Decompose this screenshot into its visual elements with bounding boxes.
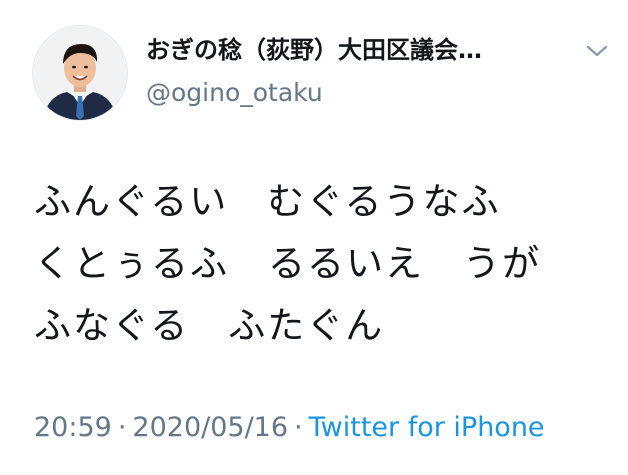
meta-separator: · <box>117 412 127 443</box>
avatar-photo-icon <box>33 26 127 120</box>
tweet-card: おぎの稔（荻野）大田区議会… @ogino_otaku ふんぐるい むぐるうなふ… <box>0 0 628 475</box>
tweet-date[interactable]: 2020/05/16 <box>132 412 288 443</box>
tweet-text-line: ふなぐる ふたぐん <box>34 304 385 347</box>
tweet-meta: 20:59 · 2020/05/16 · Twitter for iPhone <box>34 408 545 448</box>
meta-separator: · <box>294 412 303 443</box>
tweet-menu-button[interactable] <box>584 38 610 64</box>
tweet-text-line: ふんぐるい むぐるうなふ <box>34 180 501 223</box>
tweet-text: ふんぐるい むぐるうなふ くとぅるふ るるいえ うが ふなぐる ふたぐん <box>34 171 614 357</box>
tweet-text-line: くとぅるふ るるいえ うが <box>34 242 541 285</box>
chevron-down-icon <box>586 45 608 57</box>
author-display-name[interactable]: おぎの稔（荻野）大田区議会… <box>146 33 566 67</box>
tweet-source-link[interactable]: Twitter for iPhone <box>309 412 545 443</box>
avatar[interactable] <box>32 25 128 121</box>
tweet-time[interactable]: 20:59 <box>34 412 112 443</box>
author-handle[interactable]: @ogino_otaku <box>146 76 323 110</box>
